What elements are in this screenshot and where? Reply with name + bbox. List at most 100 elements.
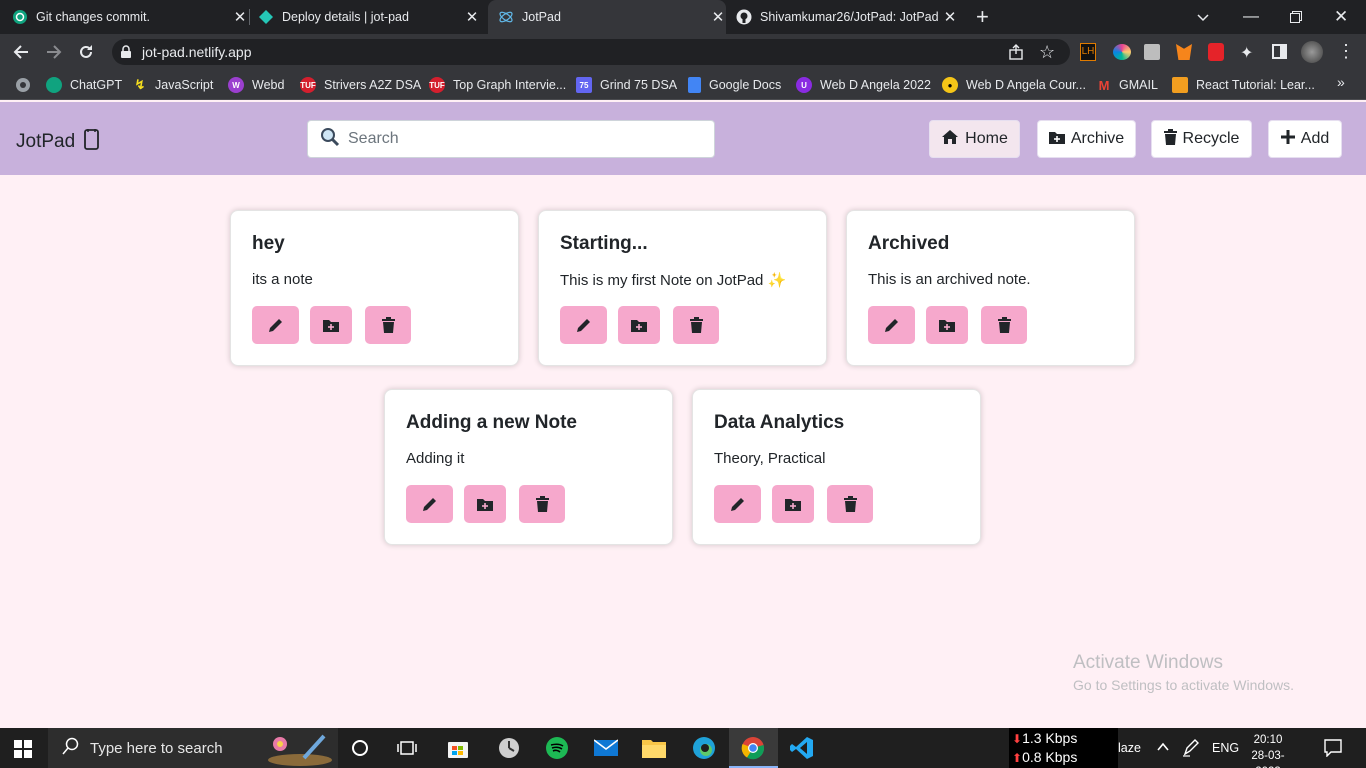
- upload-speed: ⬆0.8 Kbps: [1012, 748, 1118, 767]
- delete-note-button[interactable]: [673, 306, 719, 344]
- google-docs-icon: [688, 77, 701, 93]
- pencil-icon: [422, 498, 436, 511]
- bookmark-star-icon[interactable]: ☆: [1039, 42, 1055, 63]
- trash-icon: [535, 496, 549, 512]
- apps-icon[interactable]: [15, 77, 31, 98]
- delete-note-button[interactable]: [981, 306, 1027, 344]
- edit-note-button[interactable]: [714, 485, 761, 523]
- minimize-button[interactable]: —: [1243, 0, 1259, 34]
- bookmark-web-d-angela-course[interactable]: ● Web D Angela Cour...: [942, 76, 1086, 94]
- chrome-taskbar-button[interactable]: [729, 728, 778, 768]
- cortana-icon[interactable]: [344, 732, 376, 764]
- windows-start-icon[interactable]: [14, 740, 32, 763]
- extension-color-icon[interactable]: [1113, 44, 1131, 60]
- archive-button[interactable]: Archive: [1037, 120, 1136, 158]
- pen-icon[interactable]: [1182, 739, 1200, 762]
- microsoft-store-icon[interactable]: [442, 732, 474, 764]
- edit-note-button[interactable]: [560, 306, 607, 344]
- trash-icon: [997, 317, 1011, 333]
- window-close-button[interactable]: ✕: [1334, 0, 1352, 34]
- task-view-icon[interactable]: [391, 732, 423, 764]
- notification-icon[interactable]: [1324, 739, 1342, 762]
- share-icon[interactable]: [1008, 44, 1024, 65]
- new-tab-button[interactable]: +: [976, 0, 998, 34]
- bookmark-gmail[interactable]: M GMAIL: [1097, 76, 1158, 94]
- back-button[interactable]: [12, 43, 30, 66]
- lock-icon[interactable]: [120, 45, 132, 64]
- bookmark-strivers[interactable]: TUF Strivers A2Z DSA: [300, 76, 421, 94]
- search-icon: [62, 737, 80, 760]
- bookmark-javascript[interactable]: ↯ JavaScript: [133, 76, 214, 94]
- bookmark-webd[interactable]: W Webd: [228, 76, 284, 94]
- extensions-puzzle-icon[interactable]: ✦: [1240, 43, 1253, 63]
- close-icon[interactable]: ✕: [232, 8, 248, 26]
- add-label: Add: [1300, 130, 1330, 147]
- taskbar-search[interactable]: Type here to search: [48, 728, 338, 768]
- brand[interactable]: JotPad: [16, 128, 101, 156]
- tab-git-changes[interactable]: Git changes commit. ✕: [12, 0, 248, 34]
- tab-github-repo[interactable]: Shivamkumar26/JotPad: JotPad is ✕: [736, 0, 958, 34]
- archive-note-button[interactable]: [772, 485, 814, 523]
- delete-note-button[interactable]: [519, 485, 565, 523]
- extension-hand-icon[interactable]: [1208, 43, 1224, 61]
- vscode-icon[interactable]: [786, 732, 818, 764]
- bookmark-label: Grind 75 DSA: [600, 78, 678, 92]
- tab-deploy-details[interactable]: Deploy details | jot-pad ✕: [258, 0, 480, 34]
- more-bookmarks-icon[interactable]: »: [1337, 74, 1345, 90]
- bookmark-top-graph[interactable]: TUF Top Graph Intervie...: [429, 76, 566, 94]
- language-indicator[interactable]: ENG: [1212, 741, 1239, 755]
- close-icon[interactable]: ✕: [942, 8, 958, 26]
- home-button[interactable]: Home: [929, 120, 1020, 158]
- edit-note-button[interactable]: [406, 485, 453, 523]
- system-clock[interactable]: 20:10 28-03-2023: [1244, 732, 1292, 768]
- bookmark-react-tutorial[interactable]: React Tutorial: Lear...: [1172, 76, 1315, 94]
- download-speed: ⬇1.3 Kbps: [1012, 729, 1118, 748]
- search-input[interactable]: [348, 130, 688, 148]
- restore-button[interactable]: [1290, 0, 1306, 34]
- browser-menu-icon[interactable]: ⋮: [1337, 41, 1355, 61]
- mail-icon[interactable]: [590, 732, 622, 764]
- archive-note-button[interactable]: [310, 306, 352, 344]
- address-bar[interactable]: [112, 39, 1070, 65]
- tab-search-button[interactable]: [1196, 0, 1214, 34]
- tray-app-label[interactable]: laze: [1118, 741, 1141, 755]
- spotify-icon[interactable]: [541, 732, 573, 764]
- bookmark-google-docs[interactable]: Google Docs: [688, 76, 781, 94]
- edge-icon[interactable]: [688, 732, 720, 764]
- add-button[interactable]: Add: [1268, 120, 1342, 158]
- close-icon[interactable]: ✕: [464, 8, 480, 26]
- extension-doc-icon[interactable]: [1144, 44, 1160, 60]
- home-label: Home: [965, 130, 1008, 147]
- extension-lh-icon[interactable]: LH: [1080, 43, 1096, 61]
- clock-app-icon[interactable]: [493, 732, 525, 764]
- archive-note-button[interactable]: [618, 306, 660, 344]
- note-card: Archived This is an archived note.: [846, 210, 1135, 366]
- bookmark-web-d-angela-2022[interactable]: U Web D Angela 2022: [796, 76, 931, 94]
- reload-button[interactable]: [77, 43, 95, 66]
- recycle-button[interactable]: Recycle: [1151, 120, 1252, 158]
- taskbar-search-placeholder: Type here to search: [90, 739, 223, 757]
- tab-jotpad[interactable]: JotPad ✕: [488, 0, 726, 34]
- edit-note-button[interactable]: [868, 306, 915, 344]
- profile-avatar[interactable]: [1301, 41, 1323, 63]
- note-body: This is an archived note.: [868, 271, 1031, 288]
- notepad-icon: [83, 128, 101, 156]
- netlify-icon: [258, 9, 274, 25]
- udemy-icon: U: [796, 77, 812, 93]
- close-icon[interactable]: ✕: [710, 8, 726, 26]
- forward-button[interactable]: [45, 43, 63, 66]
- archive-note-button[interactable]: [464, 485, 506, 523]
- bookmark-chatgpt[interactable]: ChatGPT: [46, 76, 122, 94]
- file-explorer-icon[interactable]: [638, 732, 670, 764]
- archive-note-button[interactable]: [926, 306, 968, 344]
- delete-note-button[interactable]: [827, 485, 873, 523]
- side-panel-icon[interactable]: [1272, 44, 1287, 59]
- url-text[interactable]: jot-pad.netlify.app: [142, 44, 251, 60]
- search-box[interactable]: [307, 120, 715, 158]
- folder-plus-icon: [939, 320, 955, 332]
- bookmark-grind75[interactable]: 75 Grind 75 DSA: [576, 76, 677, 94]
- delete-note-button[interactable]: [365, 306, 411, 344]
- chevron-up-icon[interactable]: [1156, 740, 1170, 759]
- note-title: Adding a new Note: [406, 412, 577, 433]
- edit-note-button[interactable]: [252, 306, 299, 344]
